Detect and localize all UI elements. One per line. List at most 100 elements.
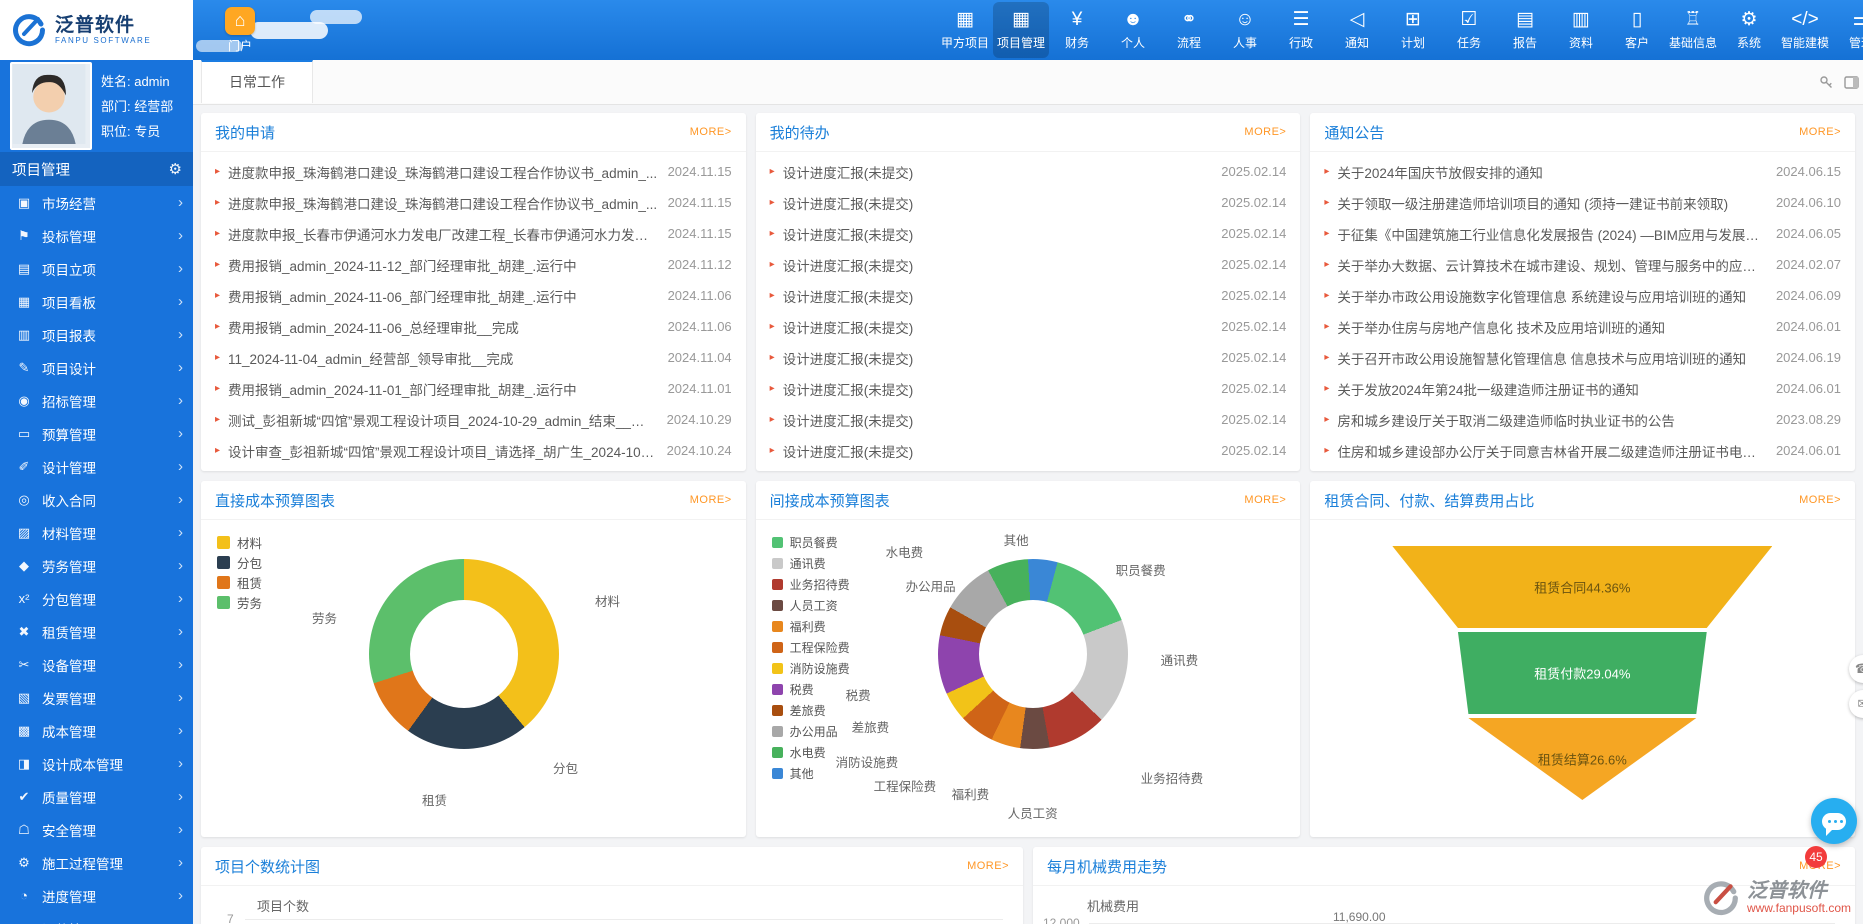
legend-entry[interactable]: 职员餐费 [772, 532, 850, 553]
sidebar-menu-item[interactable]: ✐ 设计管理 › [0, 450, 193, 483]
header-nav-item[interactable]: ☰ 行政 [1273, 2, 1329, 58]
list-item[interactable]: ▸ 关于举办市政公用设施数字化管理信息 系统建设与应用培训班的通知 2024.0… [1324, 280, 1841, 311]
header-nav-item[interactable]: ▦ 项目管理 [993, 2, 1049, 58]
sidebar-menu-item[interactable]: ☖ 安全管理 › [0, 813, 193, 846]
header-nav-item[interactable]: ◁ 通知 [1329, 2, 1385, 58]
sidebar-menu-item[interactable]: ▥ 项目报表 › [0, 318, 193, 351]
header-nav-item[interactable]: ☻ 个人 [1105, 2, 1161, 58]
sidebar-menu-item[interactable]: ▯ 证件管理 › [0, 912, 193, 924]
legend-entry[interactable]: 分包 [217, 552, 262, 572]
header-nav-item[interactable]: </> 智能建模 [1777, 2, 1833, 58]
list-item[interactable]: ▸ 费用报销_admin_2024-11-01_部门经理审批_胡建_.运行中 2… [215, 373, 732, 404]
sidebar-menu-item[interactable]: ◎ 收入合同 › [0, 483, 193, 516]
list-item[interactable]: ▸ 于征集《中国建筑施工行业信息化发展报告 (2024) —BIM应用与发展》材… [1324, 218, 1841, 249]
list-item[interactable]: ▸ 费用报销_admin_2024-11-06_总经理审批__完成 2024.1… [215, 311, 732, 342]
gear-icon[interactable]: ⚙ [169, 160, 182, 178]
sidebar-menu-item[interactable]: ⚑ 投标管理 › [0, 219, 193, 252]
more-button[interactable]: MORE> [1244, 126, 1286, 138]
list-item[interactable]: ▸ 关于发放2024年第24批一级建造师注册证书的通知 2024.06.01 [1324, 373, 1841, 404]
more-button[interactable]: MORE> [690, 494, 732, 506]
header-nav-item[interactable]: ▦ 甲方项目 [937, 2, 993, 58]
header-nav-item[interactable]: ▯ 客户 [1609, 2, 1665, 58]
list-item[interactable]: ▸ 设计审查_彭祖新城“四馆”景观工程设计项目_请选择_胡广生_2024-10-… [215, 435, 732, 466]
sidebar-menu-item[interactable]: ✖ 租赁管理 › [0, 615, 193, 648]
list-item[interactable]: ▸ 设计进度汇报(未提交) 2025.02.14 [770, 342, 1287, 373]
legend-entry[interactable]: 福利费 [772, 616, 850, 637]
list-item[interactable]: ▸ 设计进度汇报(未提交) 2025.02.14 [770, 156, 1287, 187]
list-item[interactable]: ▸ 费用报销_admin_2024-11-06_部门经理审批_胡建_.运行中 2… [215, 280, 732, 311]
list-item[interactable]: ▸ 关于召开市政公用设施智慧化管理信息 信息技术与应用培训班的通知 2024.0… [1324, 342, 1841, 373]
list-item[interactable]: ▸ 设计进度汇报(未提交) 2025.02.14 [770, 218, 1287, 249]
sidebar-menu-item[interactable]: ◉ 招标管理 › [0, 384, 193, 417]
more-button[interactable]: MORE> [1799, 126, 1841, 138]
header-nav-item[interactable]: ▤ 报告 [1497, 2, 1553, 58]
list-item[interactable]: ▸ 费用报销_admin_2024-11-12_部门经理审批_胡建_.运行中 2… [215, 249, 732, 280]
list-item[interactable]: ▸ 关于2024年国庆节放假安排的通知 2024.06.15 [1324, 156, 1841, 187]
legend-entry[interactable]: 差旅费 [772, 700, 850, 721]
list-item[interactable]: ▸ 进度款申报_长春市伊通河水力发电厂改建工程_长春市伊通河水力发电... 20… [215, 218, 732, 249]
more-button[interactable]: MORE> [1244, 494, 1286, 506]
legend-entry[interactable]: 人员工资 [772, 595, 850, 616]
list-item[interactable]: ▸ 房和城乡建设厅关于取消二级建造师临时执业证书的公告 2023.08.29 [1324, 404, 1841, 435]
header-nav-item[interactable]: ☑ 任务 [1441, 2, 1497, 58]
sidebar-menu-item[interactable]: ▦ 项目看板 › [0, 285, 193, 318]
header-nav-item[interactable]: ⚭ 流程 [1161, 2, 1217, 58]
sidebar-menu-item[interactable]: ▣ 市场经营 › [0, 186, 193, 219]
list-item[interactable]: ▸ 进度款申报_珠海鹤港口建设_珠海鹤港口建设工程合作协议书_admin_...… [215, 187, 732, 218]
sidebar-menu-item[interactable]: ◨ 设计成本管理 › [0, 747, 193, 780]
legend-entry[interactable]: 税费 [772, 679, 850, 700]
legend-entry[interactable]: 业务招待费 [772, 574, 850, 595]
list-item[interactable]: ▸ 关于举办大数据、云计算技术在城市建设、规划、管理与服务中的应用培训班... … [1324, 249, 1841, 280]
list-item[interactable]: ▸ 设计进度汇报(未提交) 2025.02.14 [770, 373, 1287, 404]
sidebar-menu-item[interactable]: ▨ 材料管理 › [0, 516, 193, 549]
key-icon[interactable] [1819, 75, 1834, 90]
legend-entry[interactable]: 办公用品 [772, 721, 850, 742]
sidebar-menu-item[interactable]: ◆ 劳务管理 › [0, 549, 193, 582]
portal-nav-item[interactable]: ⌂ 门户 [208, 3, 272, 57]
list-item[interactable]: ▸ 11_2024-11-04_admin_经营部_领导审批__完成 2024.… [215, 342, 732, 373]
notification-badge[interactable]: 45 [1805, 846, 1827, 868]
list-item[interactable]: ▸ 关于领取一级注册建造师培训项目的通知 (须持一建证书前来领取) 2024.0… [1324, 187, 1841, 218]
list-item[interactable]: ▸ 设计进度汇报(未提交) 2025.02.14 [770, 187, 1287, 218]
legend-entry[interactable]: 租赁 [217, 572, 262, 592]
sidebar-menu-item[interactable]: ✎ 项目设计 › [0, 351, 193, 384]
list-item[interactable]: ▸ 住房和城乡建设部办公厅关于同意吉林省开展二级建造师注册证书电子化试点... … [1324, 435, 1841, 466]
header-nav-item[interactable]: ▥ 资料 [1553, 2, 1609, 58]
list-item[interactable]: ▸ 设计进度汇报(未提交) 2025.02.14 [770, 249, 1287, 280]
panel-toggle-icon[interactable] [1844, 75, 1859, 90]
legend-entry[interactable]: 工程保险费 [772, 637, 850, 658]
list-item[interactable]: ▸ 设计进度汇报(未提交) 2025.02.14 [770, 311, 1287, 342]
list-item[interactable]: ▸ 测试_彭祖新城“四馆”景观工程设计项目_2024-10-29_admin_结… [215, 404, 732, 435]
sidebar-menu-item[interactable]: ▧ 发票管理 › [0, 681, 193, 714]
list-item[interactable]: ▸ 关于举办住房与房地产信息化 技术及应用培训班的通知 2024.06.01 [1324, 311, 1841, 342]
header-nav-item[interactable]: ¥ 财务 [1049, 2, 1105, 58]
header-nav-item[interactable]: ⊞ 计划 [1385, 2, 1441, 58]
sidebar-section-header[interactable]: 项目管理 ⚙ [0, 152, 193, 186]
sidebar-menu-item[interactable]: x² 分包管理 › [0, 582, 193, 615]
sidebar-menu-item[interactable]: ✂ 设备管理 › [0, 648, 193, 681]
more-button[interactable]: MORE> [690, 126, 732, 138]
sidebar-menu-item[interactable]: ▭ 预算管理 › [0, 417, 193, 450]
header-nav-item[interactable]: ♖ 基础信息 [1665, 2, 1721, 58]
list-item[interactable]: ▸ 设计进度汇报(未提交) 2025.02.14 [770, 280, 1287, 311]
sidebar-menu-item[interactable]: ⚙ 施工过程管理 › [0, 846, 193, 879]
list-item[interactable]: ▸ 设计进度汇报(未提交) 2025.02.14 [770, 435, 1287, 466]
sidebar-menu-item[interactable]: ✔ 质量管理 › [0, 780, 193, 813]
more-button[interactable]: MORE> [1799, 494, 1841, 506]
avatar[interactable] [10, 62, 92, 150]
chat-fab-button[interactable] [1811, 798, 1857, 844]
header-nav-item[interactable]: ⚌ 管理 [1833, 2, 1863, 58]
legend-entry[interactable]: 消防设施费 [772, 658, 850, 679]
list-item[interactable]: ▸ 进度款申报_珠海鹤港口建设_珠海鹤港口建设工程合作协议书_admin_...… [215, 156, 732, 187]
legend-entry[interactable]: 材料 [217, 532, 262, 552]
sidebar-menu-item[interactable]: ◔ 进度管理 › [0, 879, 193, 912]
header-nav-item[interactable]: ⚙ 系统 [1721, 2, 1777, 58]
sidebar-menu-item[interactable]: ▤ 项目立项 › [0, 252, 193, 285]
header-nav-item[interactable]: ☺ 人事 [1217, 2, 1273, 58]
more-button[interactable]: MORE> [967, 860, 1009, 872]
sidebar-menu-item[interactable]: ▩ 成本管理 › [0, 714, 193, 747]
tab-daily-work[interactable]: 日常工作 [201, 60, 313, 103]
list-item[interactable]: ▸ 设计进度汇报(未提交) 2025.02.14 [770, 404, 1287, 435]
legend-entry[interactable]: 劳务 [217, 592, 262, 612]
legend-entry[interactable]: 通讯费 [772, 553, 850, 574]
